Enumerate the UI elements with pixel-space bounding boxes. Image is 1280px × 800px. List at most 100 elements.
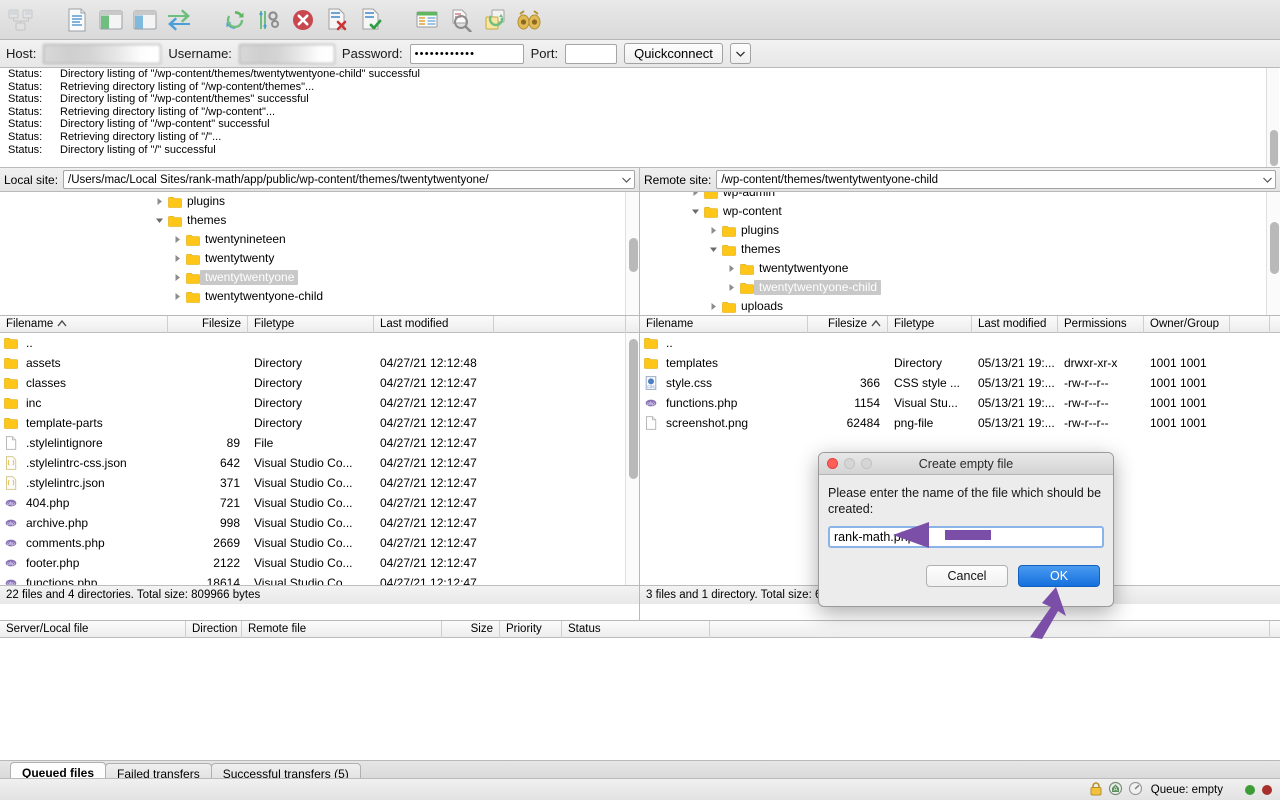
site-manager-icon[interactable] (4, 3, 38, 37)
remote-file-list-header[interactable]: Filename Filesize Filetype Last modified Per… (640, 316, 1280, 333)
file-row[interactable]: inc Directory 04/27/21 12:12:47 (0, 393, 639, 413)
ok-button[interactable]: OK (1018, 565, 1100, 587)
certificate-icon[interactable]: A (1108, 781, 1123, 799)
chevron-down-icon[interactable] (152, 216, 166, 225)
disconnect-icon[interactable] (320, 3, 354, 37)
toggle-remote-tree-icon[interactable] (128, 3, 162, 37)
queue-column-server-local-file[interactable]: Server/Local file (0, 620, 186, 638)
password-input[interactable]: •••••••••••• (409, 43, 524, 64)
cancel-button[interactable]: Cancel (926, 565, 1008, 587)
column-header-filesize[interactable]: Filesize (168, 316, 248, 333)
local-file-list[interactable]: Filename Filesize Filetype Last modified ..… (0, 316, 639, 604)
chevron-right-icon[interactable] (724, 264, 738, 273)
lock-icon[interactable] (1089, 781, 1103, 799)
remote-directory-tree[interactable]: wp-admin wp-content plugins themes twentytwe… (640, 192, 1280, 316)
chevron-right-icon[interactable] (170, 254, 184, 263)
file-row[interactable]: screenshot.png 62484 png-file 05/13/21 19:.… (640, 413, 1280, 433)
file-row[interactable]: .stylelintrc-css.json 642 Visual Studio Co… (0, 453, 639, 473)
tree-item-twentynineteen[interactable]: twentynineteen (0, 230, 639, 249)
file-row[interactable]: php archive.php 998 Visual Studio Co... 04/2… (0, 513, 639, 533)
tree-item-plugins[interactable]: plugins (0, 192, 639, 211)
message-log-scroll-thumb[interactable] (1270, 130, 1278, 166)
create-empty-file-dialog[interactable]: Create empty file Please enter the name … (818, 452, 1114, 607)
toggle-local-tree-icon[interactable] (94, 3, 128, 37)
queue-column-status[interactable]: Status (562, 620, 710, 638)
chevron-down-icon[interactable] (688, 207, 702, 216)
filter-icon[interactable] (410, 3, 444, 37)
file-row[interactable]: .. (640, 333, 1280, 353)
local-tree-scroll-thumb[interactable] (629, 238, 638, 272)
file-row[interactable]: CSS style.css 366 CSS style ... 05/13/21 19:… (640, 373, 1280, 393)
column-header-filesize[interactable]: Filesize (808, 316, 888, 333)
column-header-blank[interactable] (1230, 316, 1270, 333)
directory-comparison-icon[interactable] (444, 3, 478, 37)
transfer-settings-icon[interactable] (252, 3, 286, 37)
file-row[interactable]: assets Directory 04/27/21 12:12:48 (0, 353, 639, 373)
synchronize-icon[interactable] (478, 3, 512, 37)
transfer-queue[interactable]: Server/Local file Direction Remote file Siz… (0, 620, 1280, 760)
queue-column-remote-file[interactable]: Remote file (242, 620, 442, 638)
local-file-list-scroll-thumb[interactable] (629, 339, 638, 479)
local-site-path-combo[interactable]: /Users/mac/Local Sites/rank-math/app/pub… (63, 170, 635, 189)
file-row[interactable]: .. (0, 333, 639, 353)
quickconnect-history-dropdown[interactable] (729, 43, 751, 64)
column-header-last-modified[interactable]: Last modified (374, 316, 494, 333)
file-row[interactable]: template-parts Directory 04/27/21 12:12:47 (0, 413, 639, 433)
tree-item-wp-content[interactable]: wp-content (640, 202, 1280, 221)
local-file-list-header[interactable]: Filename Filesize Filetype Last modified (0, 316, 639, 333)
chevron-right-icon[interactable] (706, 226, 720, 235)
tree-item-twentytwentyone[interactable]: twentytwentyone (640, 259, 1280, 278)
column-header-permissions[interactable]: Permissions (1058, 316, 1144, 333)
tree-item-plugins[interactable]: plugins (640, 221, 1280, 240)
host-input[interactable] (43, 43, 162, 64)
tree-item-wp-admin[interactable]: wp-admin (640, 192, 1280, 202)
speed-gauge-icon[interactable] (1128, 781, 1143, 799)
message-log[interactable]: Status: Directory listing of "/wp-content… (0, 68, 1280, 168)
chevron-right-icon[interactable] (706, 302, 720, 311)
file-row[interactable]: php functions.php 1154 Visual Stu... 05/13/2… (640, 393, 1280, 413)
local-directory-tree[interactable]: plugins themes twentynineteen twentytwenty t… (0, 192, 639, 316)
local-file-list-scrollbar[interactable] (625, 333, 639, 585)
chevron-right-icon[interactable] (170, 292, 184, 301)
column-header-filename[interactable]: Filename (0, 316, 168, 333)
remote-tree-scroll-thumb[interactable] (1270, 222, 1279, 274)
tree-item-twentytwentyone-child[interactable]: twentytwentyone-child (0, 287, 639, 306)
tree-item-themes[interactable]: themes (0, 211, 639, 230)
remote-file-list-body[interactable]: .. templates Directory 05/13/21 19:... drwxr… (640, 333, 1280, 433)
column-header-last-modified[interactable]: Last modified (972, 316, 1058, 333)
queue-column-size[interactable]: Size (442, 620, 500, 638)
quickconnect-button[interactable]: Quickconnect (624, 43, 723, 64)
synchronized-browsing-icon[interactable] (162, 3, 196, 37)
file-row[interactable]: .stylelintrc.json 371 Visual Studio Co... 0… (0, 473, 639, 493)
file-row[interactable]: classes Directory 04/27/21 12:12:47 (0, 373, 639, 393)
tree-item-uploads[interactable]: uploads (640, 297, 1280, 315)
chevron-down-icon[interactable] (706, 245, 720, 254)
file-row[interactable]: php footer.php 2122 Visual Studio Co... 04/2… (0, 553, 639, 573)
chevron-right-icon[interactable] (152, 197, 166, 206)
column-header-owner-group[interactable]: Owner/Group (1144, 316, 1230, 333)
transfer-queue-header[interactable]: Server/Local file Direction Remote file Siz… (0, 620, 1280, 638)
local-tree-scrollbar[interactable] (625, 192, 639, 315)
column-header-filetype[interactable]: Filetype (888, 316, 972, 333)
local-file-list-body[interactable]: .. assets Directory 04/27/21 12:12:48 classe… (0, 333, 639, 604)
search-icon[interactable] (512, 3, 546, 37)
column-header-filename[interactable]: Filename (640, 316, 808, 333)
file-row[interactable]: php 404.php 721 Visual Studio Co... 04/27/21… (0, 493, 639, 513)
queue-column-blank[interactable] (710, 620, 1270, 638)
tree-item-themes[interactable]: themes (640, 240, 1280, 259)
refresh-icon[interactable] (218, 3, 252, 37)
tree-item-twentytwentyone[interactable]: twentytwentyone (0, 268, 639, 287)
file-row[interactable]: templates Directory 05/13/21 19:... drwxr-x… (640, 353, 1280, 373)
toggle-message-log-icon[interactable] (60, 3, 94, 37)
file-row[interactable]: .stylelintignore 89 File 04/27/21 12:12:47 (0, 433, 639, 453)
column-header-blank[interactable] (494, 316, 626, 333)
remote-tree-scrollbar[interactable] (1266, 192, 1280, 315)
message-log-scrollbar[interactable] (1266, 68, 1279, 167)
cancel-operation-icon[interactable] (286, 3, 320, 37)
chevron-down-icon[interactable] (1260, 171, 1275, 188)
reconnect-icon[interactable] (354, 3, 388, 37)
file-row[interactable]: php comments.php 2669 Visual Studio Co... 04… (0, 533, 639, 553)
port-input[interactable] (565, 43, 618, 64)
chevron-right-icon[interactable] (724, 283, 738, 292)
chevron-down-icon[interactable] (619, 171, 634, 188)
